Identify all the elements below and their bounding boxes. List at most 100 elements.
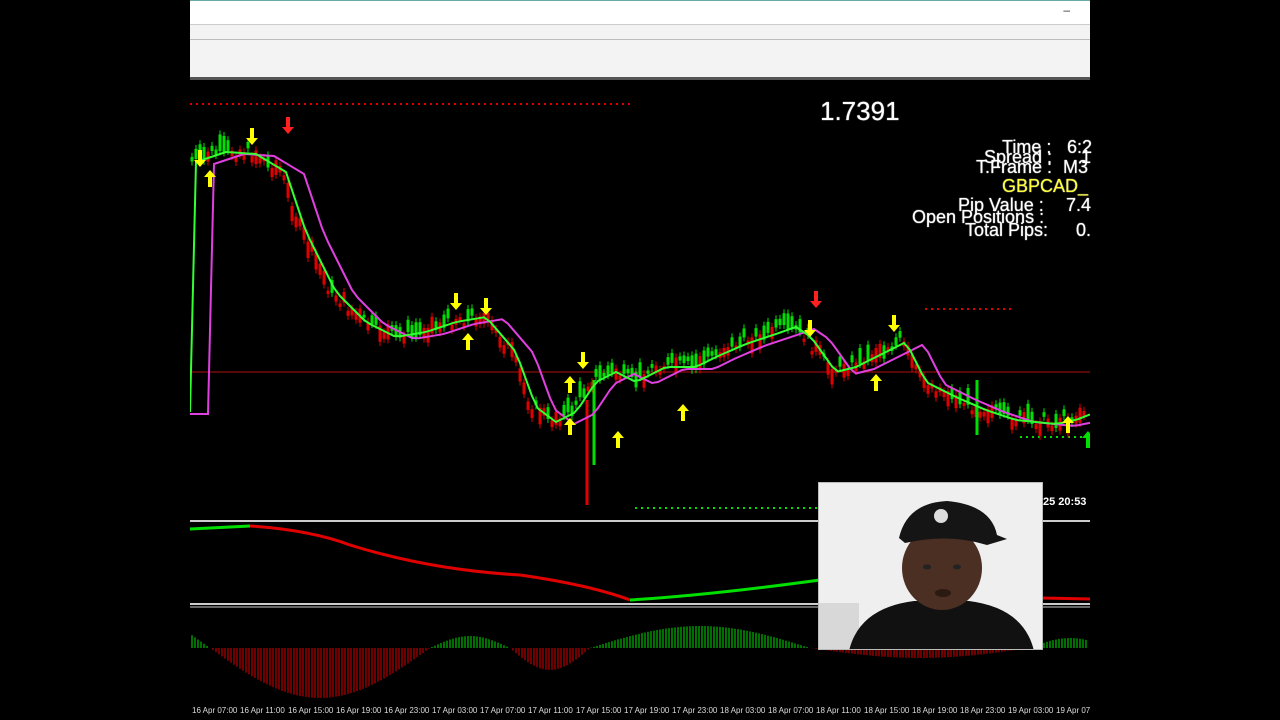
candle [550, 420, 554, 428]
candle [338, 303, 342, 308]
candle [326, 290, 330, 295]
person-icon [819, 483, 1042, 649]
arrow-down-icon [282, 117, 294, 134]
candle [446, 308, 450, 319]
total-pips-label: Total Pips: [965, 220, 1049, 240]
candle [306, 241, 310, 258]
candle [978, 411, 982, 418]
candle [586, 386, 590, 391]
candle [970, 410, 974, 415]
candle [226, 140, 230, 151]
candle [786, 313, 790, 330]
candle [318, 263, 322, 275]
candle [246, 141, 250, 149]
symbol-label: GBPCAD_ [1002, 176, 1089, 196]
candle [650, 364, 654, 368]
candle [334, 295, 338, 302]
candle [502, 345, 506, 354]
candle [982, 411, 986, 417]
candle [362, 314, 366, 318]
candle [682, 355, 686, 364]
candle [290, 205, 294, 222]
candle [346, 310, 350, 316]
candle [382, 332, 386, 339]
candle [406, 319, 410, 333]
arrow-up-icon [612, 431, 624, 448]
arrow-up-icon [677, 404, 689, 421]
candle [594, 368, 598, 377]
candle [414, 322, 418, 338]
time-axis-label: 19 Apr 07:0 [1056, 706, 1090, 715]
candle [730, 337, 734, 347]
candle [934, 391, 938, 398]
arrow-down-icon [577, 352, 589, 369]
candle [574, 400, 578, 405]
candle [270, 167, 274, 178]
candle [766, 321, 770, 333]
candle [858, 348, 862, 364]
candle [754, 328, 758, 337]
candle [778, 318, 782, 326]
time-axis-label: 16 Apr 11:00 [240, 706, 285, 715]
arrow-up-icon [1082, 431, 1090, 448]
candle [962, 402, 966, 406]
candle [1010, 419, 1014, 430]
time-axis-label: 17 Apr 11:00 [528, 706, 573, 715]
candle [526, 401, 530, 410]
time-axis-label: 19 Apr 03:00 [1008, 706, 1054, 715]
candle [846, 369, 850, 377]
candle [894, 337, 898, 346]
candle [1078, 407, 1082, 423]
candle [194, 148, 198, 159]
time-axis-label: 17 Apr 07:00 [480, 706, 526, 715]
candle [566, 397, 570, 413]
candle [850, 355, 854, 363]
candle [646, 370, 650, 374]
candle [602, 372, 606, 377]
candle [1042, 412, 1046, 417]
candle [742, 328, 746, 338]
candle [254, 150, 258, 165]
arrow-up-icon [462, 333, 474, 350]
timeframe-label: T.Frame : [976, 157, 1053, 177]
webcam-overlay [818, 482, 1043, 650]
candle [498, 336, 502, 348]
candle [1062, 409, 1066, 417]
title-bar: – [190, 0, 1090, 24]
time-axis-label: 18 Apr 07:00 [768, 706, 814, 715]
candle [710, 351, 714, 356]
candle [410, 325, 414, 338]
candle [670, 352, 674, 363]
candle [790, 316, 794, 329]
time-axis-label: 16 Apr 07:00 [192, 706, 238, 715]
time-axis-label: 18 Apr 19:00 [912, 706, 958, 715]
arrow-down-icon [888, 315, 900, 332]
candle [626, 368, 630, 374]
candle [706, 347, 710, 357]
time-axis-label: 17 Apr 15:00 [576, 706, 622, 715]
candle [1054, 413, 1058, 429]
candle [210, 145, 214, 152]
candle [1034, 424, 1038, 430]
candle [838, 356, 842, 367]
arrow-down-icon [480, 298, 492, 315]
candle [206, 151, 210, 162]
fast-ma-line [190, 150, 1090, 425]
candle [678, 356, 682, 361]
time-axis-label: 17 Apr 03:00 [432, 706, 478, 715]
candle [258, 157, 262, 164]
candle [618, 375, 622, 380]
arrow-up-icon [564, 376, 576, 393]
toolbar [190, 24, 1090, 80]
candle [562, 404, 566, 416]
candle [322, 270, 326, 285]
candle [222, 136, 226, 153]
time-axis-label: 18 Apr 11:00 [816, 706, 861, 715]
candle [830, 369, 834, 385]
minimize-button[interactable]: – [1063, 3, 1070, 17]
oscillator-line [190, 524, 251, 531]
candle [614, 368, 618, 380]
candle [578, 381, 582, 398]
current-price: 1.7391 [820, 96, 900, 126]
candle [642, 374, 646, 388]
